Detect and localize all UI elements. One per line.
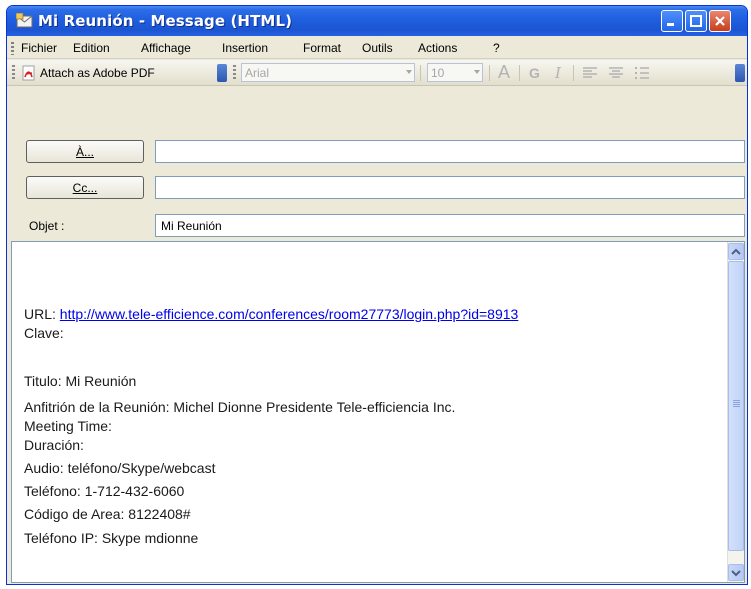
toolbar-overflow-chevron[interactable] <box>217 64 227 82</box>
font-size-value: 10 <box>431 66 445 80</box>
message-window: Mi Reunión - Message (HTML) Fichier Edit… <box>6 5 748 585</box>
subject-label: Objet : <box>29 219 65 233</box>
menubar-grip[interactable] <box>11 42 14 55</box>
font-name-select[interactable]: Arial <box>241 63 415 82</box>
italic-button[interactable]: I <box>555 64 561 82</box>
close-button[interactable] <box>709 10 731 32</box>
cc-field[interactable] <box>155 176 745 199</box>
font-size-select[interactable]: 10 <box>427 63 483 82</box>
maximize-button[interactable] <box>685 10 707 32</box>
audio-line: Audio: teléfono/Skype/webcast <box>24 460 216 476</box>
toolbar-divider <box>420 65 421 81</box>
to-button[interactable]: À... <box>26 140 144 163</box>
cc-button[interactable]: Cc... <box>26 176 144 199</box>
duracion-line: Duración: <box>24 437 84 453</box>
font-name-value: Arial <box>245 66 270 80</box>
message-body[interactable]: URL: http://www.tele-efficience.com/conf… <box>11 241 745 583</box>
adobe-pdf-icon <box>22 65 35 81</box>
window-title: Mi Reunión - Message (HTML) <box>38 12 293 30</box>
toolbar-grip-2[interactable] <box>233 65 236 80</box>
toolbar-grip[interactable] <box>12 65 15 80</box>
meeting-time-line: Meeting Time: <box>24 418 112 434</box>
subject-field[interactable]: Mi Reunión <box>155 214 745 237</box>
chevron-down-icon <box>474 70 480 74</box>
codigo-line: Código de Area: 8122408# <box>24 506 191 522</box>
bullet-list-icon[interactable] <box>634 66 650 80</box>
vertical-scrollbar[interactable] <box>727 242 744 582</box>
scroll-thumb[interactable] <box>728 261 744 551</box>
menu-help[interactable]: ? <box>493 41 500 55</box>
attach-pdf-button[interactable]: Attach as Adobe PDF <box>40 66 155 80</box>
telefono-line: Teléfono: 1-712-432-6060 <box>24 483 185 499</box>
minimize-icon <box>667 23 674 26</box>
menu-format[interactable]: Format <box>303 41 341 55</box>
url-label: URL: <box>24 306 56 322</box>
message-header: À... Cc... Objet : Mi Reunión <box>7 88 747 241</box>
menu-bar: Fichier Edition Affichage Insertion Form… <box>7 37 747 59</box>
maximize-icon <box>690 15 702 27</box>
scroll-down-button[interactable] <box>728 564 744 581</box>
thumb-grip <box>733 400 740 408</box>
clave-line: Clave: <box>24 325 64 341</box>
telefono-ip-line: Teléfono IP: Skype mdionne <box>24 530 199 546</box>
menu-actions[interactable]: Actions <box>418 41 457 55</box>
formatting-toolbar: Attach as Adobe PDF Arial 10 A G I <box>7 60 747 86</box>
chevron-down-icon <box>406 70 412 74</box>
scroll-up-button[interactable] <box>728 243 744 260</box>
toolbar-divider <box>573 65 574 81</box>
menu-insertion[interactable]: Insertion <box>222 41 268 55</box>
chevron-up-icon <box>731 248 741 255</box>
bold-button[interactable]: G <box>529 65 540 81</box>
menu-outils[interactable]: Outils <box>362 41 393 55</box>
cc-button-label: Cc... <box>72 181 98 195</box>
meeting-link[interactable]: http://www.tele-efficience.com/conferenc… <box>60 306 519 322</box>
toolbar-divider <box>519 65 520 81</box>
to-button-label: À... <box>75 145 94 159</box>
titulo-line: Titulo: Mi Reunión <box>24 373 137 389</box>
toolbar-divider <box>489 65 490 81</box>
menu-edition[interactable]: Edition <box>73 41 110 55</box>
font-color-button[interactable]: A <box>498 62 510 83</box>
chevron-down-icon <box>731 570 741 577</box>
toolbar-overflow-chevron-2[interactable] <box>735 64 745 82</box>
to-field[interactable] <box>155 140 745 163</box>
menu-affichage[interactable]: Affichage <box>141 41 191 55</box>
align-center-icon[interactable] <box>608 66 624 80</box>
url-line: URL: http://www.tele-efficience.com/conf… <box>24 306 518 322</box>
minimize-button[interactable] <box>661 10 683 32</box>
close-icon <box>715 16 725 26</box>
align-left-icon[interactable] <box>582 66 598 80</box>
anfitrion-line: Anfitrión de la Reunión: Michel Dionne P… <box>24 399 456 415</box>
menu-fichier[interactable]: Fichier <box>21 41 57 55</box>
envelope-icon <box>16 13 33 28</box>
title-bar[interactable]: Mi Reunión - Message (HTML) <box>7 6 747 36</box>
